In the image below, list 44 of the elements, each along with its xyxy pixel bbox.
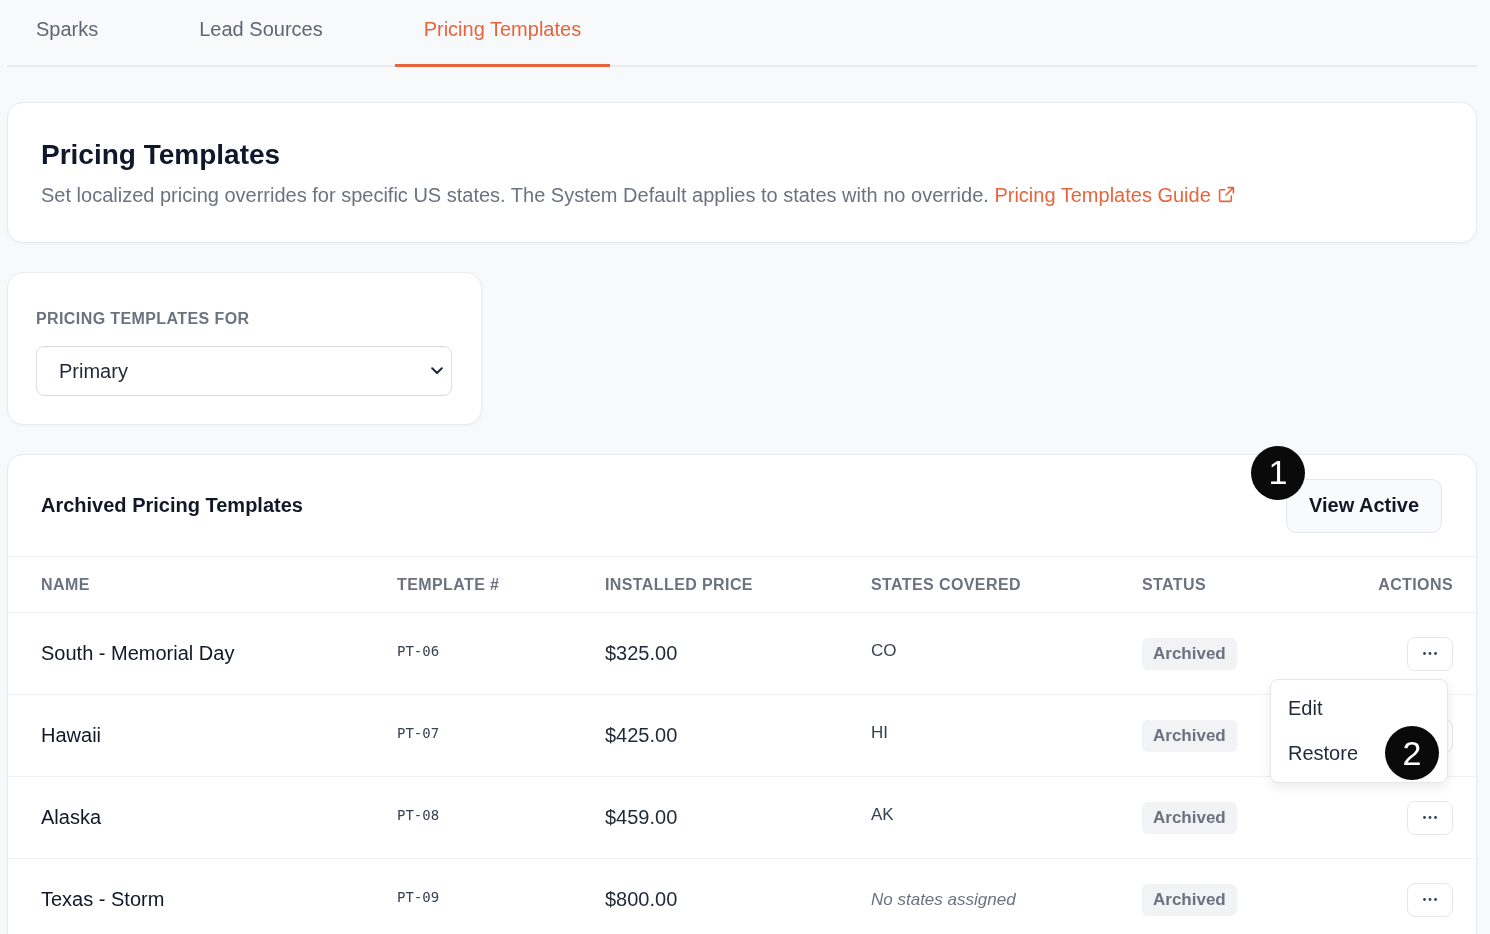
installed-price: $459.00 bbox=[605, 806, 679, 829]
states-covered: CO bbox=[871, 640, 898, 661]
column-header: STATES COVERED bbox=[871, 575, 1022, 594]
template-number: PT-08 bbox=[397, 806, 441, 823]
column-header: TEMPLATE # bbox=[397, 575, 501, 594]
states-covered: AK bbox=[871, 804, 895, 825]
column-header: STATUS bbox=[1142, 575, 1208, 594]
column-header: ACTIONS bbox=[1378, 575, 1453, 594]
ellipsis-icon bbox=[1423, 652, 1437, 655]
tab[interactable]: Sparks bbox=[7, 0, 128, 67]
callout-number: 2 bbox=[1385, 726, 1439, 780]
status-badge: Archived bbox=[1142, 883, 1237, 916]
installed-price: $425.00 bbox=[605, 724, 679, 747]
chevron-down-icon bbox=[431, 367, 443, 375]
page-title: Pricing Templates bbox=[41, 138, 282, 172]
template-number: PT-06 bbox=[397, 642, 441, 659]
template-number: PT-09 bbox=[397, 888, 441, 905]
filter-label: PRICING TEMPLATES FOR bbox=[36, 309, 251, 329]
callout-number: 1 bbox=[1251, 445, 1305, 500]
states-covered: HI bbox=[871, 722, 889, 743]
installed-price: $800.00 bbox=[605, 888, 679, 911]
status-badge: Archived bbox=[1142, 801, 1237, 834]
more-button[interactable] bbox=[1407, 882, 1453, 917]
tab[interactable]: Lead Sources bbox=[170, 0, 352, 67]
ellipsis-icon bbox=[1423, 816, 1437, 819]
template-select[interactable]: Primary bbox=[36, 346, 452, 396]
description: Set localized pricing overrides for specific US states. The System Default applies to states with no override. Pricing Templates Guide bbox=[41, 181, 1443, 209]
template-name: Hawaii bbox=[41, 724, 103, 747]
more-button[interactable] bbox=[1407, 636, 1453, 671]
more-button[interactable] bbox=[1407, 800, 1453, 835]
column-header: NAME bbox=[41, 575, 91, 594]
ellipsis-icon bbox=[1423, 898, 1437, 901]
view-active-button[interactable]: View Active bbox=[1286, 478, 1442, 533]
external-link-icon bbox=[1217, 186, 1235, 203]
section-title: Archived Pricing Templates bbox=[41, 494, 303, 517]
template-number: PT-07 bbox=[397, 724, 441, 741]
status-badge: Archived bbox=[1142, 637, 1237, 670]
column-header: INSTALLED PRICE bbox=[605, 575, 754, 594]
template-name: Texas - Storm bbox=[41, 888, 166, 911]
states-covered: No states assigned bbox=[871, 889, 1017, 910]
installed-price: $325.00 bbox=[605, 642, 679, 665]
template-name: South - Memorial Day bbox=[41, 642, 236, 665]
status-badge: Archived bbox=[1142, 719, 1237, 752]
template-name: Alaska bbox=[41, 806, 103, 829]
